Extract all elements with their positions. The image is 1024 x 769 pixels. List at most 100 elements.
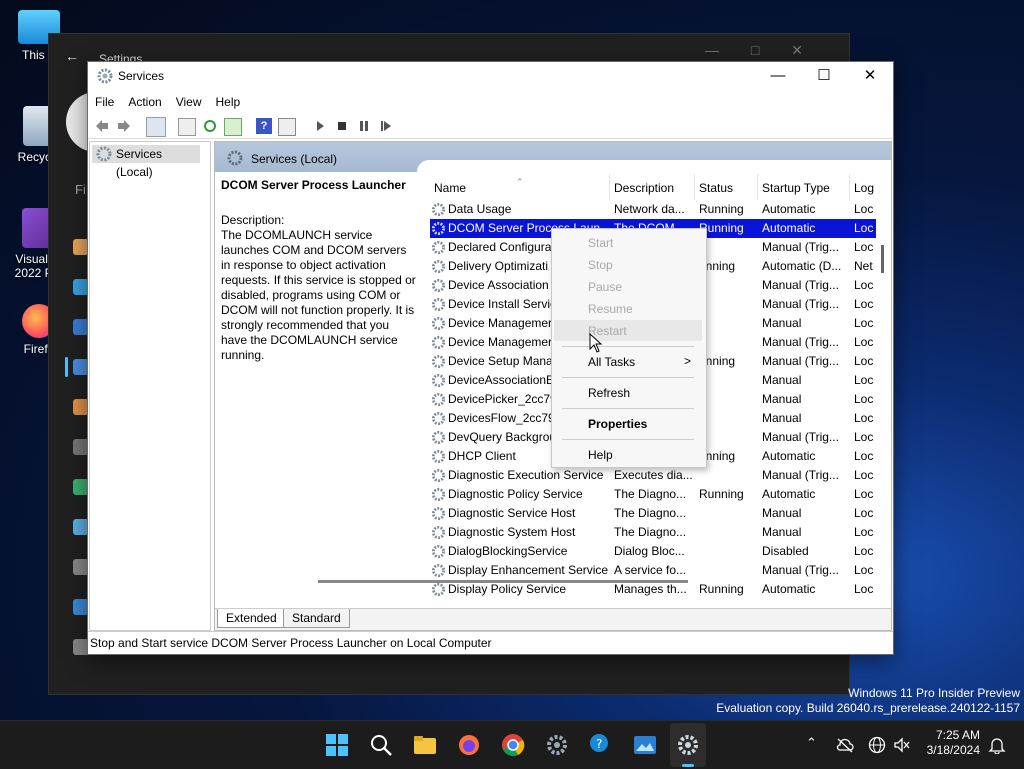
settings-gear-icon[interactable] <box>545 733 569 757</box>
cell-log: Loc <box>854 297 874 311</box>
menu-item-properties[interactable]: Properties <box>588 417 647 431</box>
watermark-line2: Evaluation copy. Build 26040.rs_prerelea… <box>716 701 1020 715</box>
cell-description: The Diagno... <box>614 506 687 520</box>
windows-start-icon[interactable] <box>325 733 349 757</box>
settings-search-fragment: Fi <box>75 182 86 197</box>
services-titlebar[interactable]: Services — ☐ ✕ <box>88 62 893 90</box>
column-header-label: Name <box>434 181 467 195</box>
menu-view[interactable]: View <box>169 92 209 109</box>
menu-item-resume[interactable]: Resume <box>588 302 633 316</box>
globe-icon[interactable] <box>868 736 886 754</box>
column-header-log-on-as[interactable]: Log <box>850 174 876 200</box>
cell-startup: Manual (Trig... <box>762 335 839 349</box>
cloud-offline-icon[interactable] <box>836 737 854 753</box>
minimize-button[interactable]: — <box>755 62 801 90</box>
back-icon[interactable] <box>94 118 110 134</box>
export-list-icon[interactable] <box>224 118 242 136</box>
tab-extended[interactable]: Extended <box>217 609 286 628</box>
menu-help[interactable]: Help <box>209 92 248 109</box>
menu-item-help[interactable]: Help <box>588 448 613 462</box>
refresh-icon[interactable] <box>202 118 218 134</box>
column-header-label: Startup Type <box>762 181 830 195</box>
help-icon[interactable]: ? <box>256 118 272 134</box>
close-button[interactable]: ✕ <box>847 62 893 90</box>
tree-item-services-local[interactable]: Services (Local) <box>92 145 200 179</box>
column-header-label: Status <box>699 181 734 195</box>
service-gear-icon <box>431 259 446 274</box>
table-row[interactable]: Display Enhancement Service A service fo.… <box>430 561 876 580</box>
description-panel: DCOM Server Process Launcher Description… <box>221 178 417 363</box>
table-row[interactable]: Diagnostic Policy Service The Diagno... Ru… <box>430 485 876 504</box>
back-arrow-icon[interactable]: ← <box>65 48 79 64</box>
service-gear-icon <box>431 392 446 407</box>
column-header-description[interactable]: Description <box>610 174 695 200</box>
table-row[interactable]: Diagnostic System Host The Diagno... Manua… <box>430 523 876 542</box>
menu-separator <box>562 408 694 409</box>
menu-item-all-tasks[interactable]: All Tasks <box>588 355 635 369</box>
menu-separator <box>562 377 694 378</box>
start-service-icon[interactable] <box>312 118 328 134</box>
settings-window-controls[interactable]: —□✕ <box>705 42 835 59</box>
pause-service-icon[interactable] <box>356 118 372 134</box>
submenu-arrow-icon: > <box>684 354 692 368</box>
svg-text:?: ? <box>596 737 602 751</box>
cell-startup: Manual (Trig... <box>762 278 839 292</box>
service-gear-icon <box>431 411 446 426</box>
column-header-status[interactable]: Status <box>695 174 758 200</box>
firefox-icon[interactable] <box>457 733 481 757</box>
column-header-name[interactable]: Name ⌃ <box>430 174 610 200</box>
cell-log: Loc <box>854 525 874 539</box>
menu-item-pause[interactable]: Pause <box>588 280 622 294</box>
notification-bell-icon[interactable] <box>988 736 1006 754</box>
cell-name: Diagnostic Policy Service <box>448 487 583 501</box>
maximize-button[interactable]: ☐ <box>801 62 847 90</box>
cell-startup: Automatic <box>762 582 816 596</box>
cell-startup: Manual <box>762 316 802 330</box>
service-gear-icon <box>431 297 446 312</box>
tab-standard[interactable]: Standard <box>283 609 350 628</box>
menu-file[interactable]: File <box>88 92 121 109</box>
search-icon[interactable] <box>369 733 393 757</box>
stop-service-icon[interactable] <box>334 118 350 134</box>
table-row[interactable]: Diagnostic Service Host The Diagno... Manu… <box>430 504 876 523</box>
cell-startup: Manual <box>762 392 802 406</box>
cell-log: Loc <box>854 316 874 330</box>
properties-icon[interactable] <box>178 118 196 136</box>
table-row[interactable]: Data Usage Network da... Running Automatic L… <box>430 200 876 219</box>
cell-startup: Disabled <box>762 544 809 558</box>
service-gear-icon <box>431 563 446 578</box>
chrome-icon[interactable] <box>501 733 525 757</box>
action-pane-icon[interactable] <box>278 118 296 136</box>
sort-ascending-icon: ⌃ <box>516 177 524 187</box>
vertical-scrollbar[interactable] <box>881 245 884 273</box>
column-header-startup-type[interactable]: Startup Type <box>758 174 850 200</box>
cell-startup: Automatic <box>762 221 816 235</box>
show-hide-console-tree-icon[interactable] <box>146 117 166 137</box>
cell-log: Loc <box>854 582 874 596</box>
chevron-up-icon[interactable]: ⌃ <box>806 735 817 751</box>
menu-item-start[interactable]: Start <box>588 236 613 250</box>
restart-service-icon[interactable] <box>378 118 394 134</box>
cell-log: Loc <box>854 392 874 406</box>
help-app-icon[interactable]: ? <box>589 733 613 757</box>
table-row[interactable]: DialogBlockingService Dialog Bloc... Disab… <box>430 542 876 561</box>
photos-app-icon[interactable] <box>633 733 657 757</box>
file-explorer-icon[interactable] <box>413 733 437 757</box>
menu-item-refresh[interactable]: Refresh <box>588 386 630 400</box>
cell-status: Running <box>699 202 744 216</box>
system-clock[interactable]: 7:25 AM 3/18/2024 <box>927 728 980 758</box>
cell-startup: Manual (Trig... <box>762 297 839 311</box>
service-gear-icon <box>431 544 446 559</box>
services-window[interactable]: Services — ☐ ✕ File Action View Help ? Serv… <box>87 61 894 655</box>
pane-header: Services (Local) <box>215 142 891 172</box>
table-row[interactable]: Diagnostic Execution Service Executes dia… <box>430 466 876 485</box>
services-app-icon[interactable] <box>676 733 700 757</box>
service-gear-icon <box>431 373 446 388</box>
menu-action[interactable]: Action <box>121 92 168 109</box>
forward-icon[interactable] <box>116 118 132 134</box>
cell-status: unning <box>699 449 736 463</box>
cell-description: The Diagno... <box>614 525 687 539</box>
horizontal-scrollbar[interactable] <box>318 580 688 583</box>
menu-item-stop[interactable]: Stop <box>588 258 613 272</box>
volume-muted-icon[interactable] <box>893 736 911 754</box>
